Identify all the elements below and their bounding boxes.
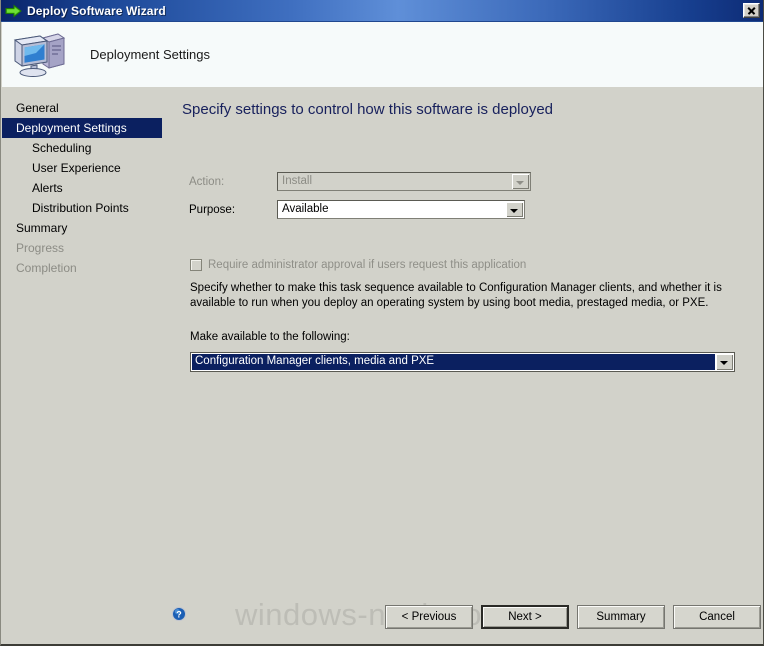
purpose-label: Purpose: [189, 204, 235, 216]
purpose-dropdown[interactable]: Available [277, 200, 525, 219]
main-content-panel: Specify settings to control how this sof… [165, 88, 764, 588]
deploy-software-wizard-window: Deploy Software Wizard [0, 0, 764, 646]
banner-title: Deployment Settings [90, 47, 210, 62]
make-available-label: Make available to the following: [190, 331, 350, 343]
sidebar-item-deployment-settings[interactable]: Deployment Settings [2, 118, 162, 138]
chevron-down-icon[interactable] [716, 354, 733, 370]
require-approval-checkbox-row: Require administrator approval if users … [190, 259, 526, 271]
make-available-value: Configuration Manager clients, media and… [192, 354, 715, 370]
green-right-arrow-icon [4, 3, 24, 19]
purpose-value: Available [278, 201, 505, 218]
computer-icon [12, 30, 68, 80]
window-title: Deploy Software Wizard [27, 4, 166, 18]
chevron-down-icon [512, 174, 529, 189]
svg-text:?: ? [176, 610, 182, 620]
action-dropdown: Install [277, 172, 531, 191]
summary-button[interactable]: Summary [577, 605, 665, 629]
page-title: Specify settings to control how this sof… [182, 101, 553, 118]
sidebar-item-user-experience[interactable]: User Experience [2, 158, 162, 178]
sidebar-item-alerts[interactable]: Alerts [2, 178, 162, 198]
close-icon[interactable] [743, 3, 760, 18]
help-question-icon[interactable]: ? [171, 606, 187, 622]
action-label: Action: [189, 176, 224, 188]
sidebar-item-summary[interactable]: Summary [2, 218, 162, 238]
sidebar-item-scheduling[interactable]: Scheduling [2, 138, 162, 158]
sidebar-item-general[interactable]: General [2, 98, 162, 118]
sidebar-item-progress: Progress [2, 238, 162, 258]
wizard-step-sidebar: General Deployment Settings Scheduling U… [2, 88, 162, 644]
previous-button[interactable]: < Previous [385, 605, 473, 629]
sidebar-item-distribution-points[interactable]: Distribution Points [2, 198, 162, 218]
wizard-banner: Deployment Settings [2, 22, 764, 87]
wizard-footer: ? windows-noob.com < Previous Next > Sum… [165, 592, 764, 644]
next-button[interactable]: Next > [481, 605, 569, 629]
action-value: Install [278, 173, 511, 190]
chevron-down-icon[interactable] [506, 202, 523, 217]
make-available-dropdown[interactable]: Configuration Manager clients, media and… [190, 352, 735, 372]
deployment-description-text: Specify whether to make this task sequen… [190, 281, 735, 311]
cancel-button[interactable]: Cancel [673, 605, 761, 629]
sidebar-item-completion: Completion [2, 258, 162, 278]
title-bar: Deploy Software Wizard [1, 0, 764, 22]
require-approval-label: Require administrator approval if users … [208, 259, 526, 271]
wizard-button-row: < Previous Next > Summary Cancel [385, 605, 761, 629]
require-approval-checkbox [190, 259, 202, 271]
